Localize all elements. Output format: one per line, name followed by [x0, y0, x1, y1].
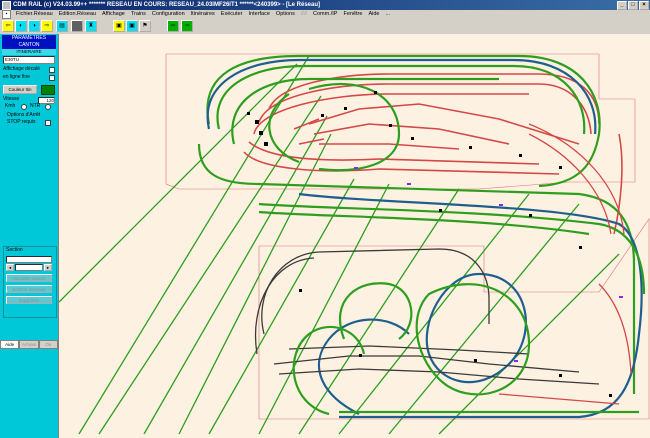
menu-fenetre[interactable]: Fenêtre [340, 10, 365, 19]
menu-comm[interactable]: Comm./IP [310, 10, 340, 19]
menu-more[interactable]: ... [382, 10, 393, 19]
menu-interface[interactable]: Interface [246, 10, 273, 19]
vitesse-input[interactable]: 120 [38, 97, 55, 104]
section-inversee-button[interactable]: Section inversée [6, 285, 52, 293]
tab-aide[interactable]: Aide [0, 340, 20, 349]
train-icon-2[interactable]: ▣ [126, 20, 138, 32]
ntr-radio[interactable] [45, 104, 51, 110]
menu-itineraires[interactable]: Itinéraires [188, 10, 218, 19]
menu-options[interactable]: Options [273, 10, 298, 19]
signal-icon[interactable]: ♜ [85, 20, 97, 32]
menu-trains[interactable]: Trains [128, 10, 149, 19]
stop-icon[interactable] [71, 20, 83, 32]
ntr-label: NTR [30, 103, 41, 109]
section-prev-button[interactable]: ◂ [6, 264, 14, 271]
ligne-fine-label: en ligne fine [3, 74, 30, 80]
app-icon[interactable] [2, 0, 11, 10]
ligne-fine-checkbox[interactable] [49, 75, 55, 81]
window-controls: _ □ × [617, 1, 649, 10]
stop-requis-checkbox[interactable] [45, 120, 51, 126]
canton-id-field[interactable]: E30TU [3, 56, 55, 64]
menu-aide[interactable]: Aide [365, 10, 382, 19]
minimize-button[interactable]: _ [617, 1, 627, 10]
menu-fichier[interactable]: Fichier.Réseau [13, 10, 56, 19]
nouvelle-section-button[interactable]: Nouvelle section [6, 274, 52, 282]
system-menu-icon[interactable]: ▪ [2, 10, 11, 19]
lower-green-loops [258, 202, 646, 416]
menu-bar: ▪ Fichier.Réseau Edition.Réseau Affichag… [0, 10, 650, 19]
vitesse-label: Vitesse [3, 96, 20, 102]
track-green-icon-2[interactable]: ═ [181, 20, 193, 32]
menu-separator: //// [300, 11, 308, 17]
kmh-label: Kmh [5, 103, 16, 109]
loco-icon-1[interactable]: ◐ [15, 20, 27, 32]
arrow-left-icon[interactable]: ⇦ [2, 20, 14, 32]
section-label: Section [6, 247, 23, 253]
affichage-decale-label: Affichage décalé [3, 66, 40, 72]
diagonal-lines [59, 55, 620, 435]
arrow-right-icon[interactable]: ⇨ [41, 20, 53, 32]
title-bar: CDM RAIL (c) V24.03.99++ ******* RESEAU … [0, 0, 650, 10]
right-red-tracks [498, 123, 632, 405]
network-canvas[interactable] [59, 34, 650, 438]
parameters-panel: PARAMETRES CANTON ITINERAIRE E30TU Affic… [0, 34, 59, 438]
panel-tabs: Aide Armani On [0, 340, 58, 349]
train-icon-1[interactable]: ▣ [113, 20, 125, 32]
network-icon[interactable]: ⚑ [139, 20, 151, 32]
toolbar: ⇦ ◐ ◑ ⇨ ▤ ♜ ▣ ▣ ⚑ ═ ═ [0, 19, 650, 35]
stop-requis-label: STOP requis [7, 119, 36, 125]
settings-icon[interactable]: ▤ [56, 20, 68, 32]
panel-title: PARAMETRES [11, 35, 47, 41]
track-green-icon-1[interactable]: ═ [167, 20, 179, 32]
panel-subtitle: CANTON [18, 42, 40, 48]
upper-station-tracks [243, 73, 623, 235]
loco-icon-2[interactable]: ◑ [28, 20, 40, 32]
section-value[interactable] [15, 264, 43, 271]
window-title: CDM RAIL (c) V24.03.99++ ******* RESEAU … [13, 2, 321, 8]
couleur-itin-button[interactable]: Couleur Itin [3, 85, 37, 94]
purple-markers [354, 167, 623, 362]
tab-on[interactable]: On [38, 340, 58, 349]
section-next-button[interactable]: ▸ [44, 264, 52, 271]
menu-edition[interactable]: Edition.Réseau [56, 10, 99, 19]
maximize-button[interactable]: □ [628, 1, 638, 10]
itineraire-label: ITINERAIRE [2, 49, 56, 55]
menu-executer[interactable]: Exécuter [218, 10, 246, 19]
close-button[interactable]: × [639, 1, 649, 10]
affichage-decale-checkbox[interactable] [49, 67, 55, 73]
menu-affichage[interactable]: Affichage [99, 10, 128, 19]
panel-header: PARAMETRES CANTON [2, 35, 56, 49]
section-field[interactable] [6, 256, 52, 263]
options-arret-label: Options d'Arrêt [7, 112, 41, 118]
color-swatch[interactable] [41, 85, 55, 95]
supprimer-button[interactable]: Supprimer [6, 296, 52, 304]
track-layout[interactable] [59, 34, 650, 438]
tab-armani[interactable]: Armani [19, 340, 39, 349]
menu-configuration[interactable]: Configuration [149, 10, 188, 19]
kmh-radio[interactable] [21, 104, 27, 110]
